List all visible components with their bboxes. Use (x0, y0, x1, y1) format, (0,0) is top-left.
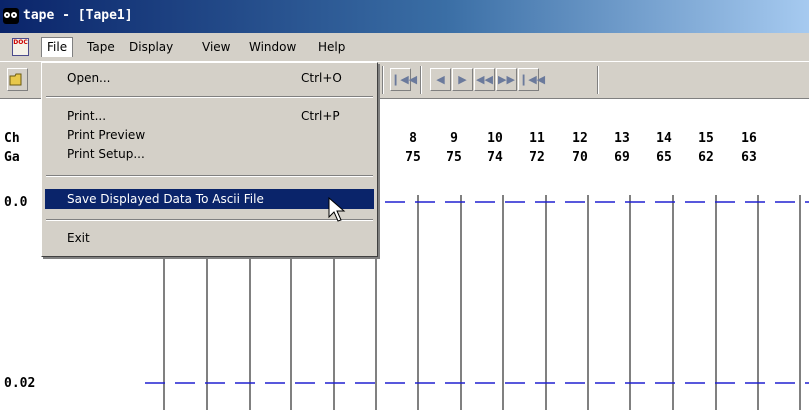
channel-gain: 74 (487, 150, 503, 165)
menu-open[interactable]: Open... Ctrl+O (45, 68, 374, 88)
mouse-cursor-icon (328, 197, 346, 222)
channel-row-label: Ch (4, 131, 20, 146)
channel-gain: 72 (529, 150, 545, 165)
toolbar-separator (420, 66, 422, 94)
toolbar-separator (382, 66, 384, 94)
channel-number: 13 (614, 131, 630, 146)
channel-gain: 75 (405, 150, 421, 165)
channel-number: 10 (487, 131, 503, 146)
last-icon[interactable]: ❙◀◀ (518, 68, 545, 91)
rewind-icon[interactable]: ◀◀ (474, 68, 495, 91)
menu-print-setup[interactable]: Print Setup... (45, 144, 374, 164)
menu-help[interactable]: Help (313, 38, 350, 57)
file-menu-dropdown: Open... Ctrl+O Print... Ctrl+P Print Previ… (41, 62, 378, 257)
channel-gain: 62 (698, 150, 714, 165)
channel-gain: 75 (446, 150, 462, 165)
menu-display[interactable]: Display (124, 38, 178, 57)
prev-icon[interactable]: ◀ (430, 68, 451, 91)
menu-exit[interactable]: Exit (45, 228, 374, 248)
tape-app-icon (3, 8, 19, 24)
gain-row-label: Ga (4, 150, 20, 165)
channel-gain: 63 (741, 150, 757, 165)
channel-gain: 69 (614, 150, 630, 165)
menu-tape[interactable]: Tape (82, 38, 120, 57)
menu-save-ascii[interactable]: Save Displayed Data To Ascii File (45, 189, 374, 209)
y-label-bottom: 0.02 (4, 376, 36, 391)
channel-number: 8 (409, 131, 417, 146)
menu-print[interactable]: Print... Ctrl+P (45, 106, 374, 126)
first-icon[interactable]: ❙◀◀ (390, 68, 417, 91)
channel-number: 14 (656, 131, 672, 146)
open-folder-icon[interactable] (7, 68, 28, 91)
channel-number: 9 (450, 131, 458, 146)
channel-gain: 65 (656, 150, 672, 165)
menu-separator (46, 175, 373, 177)
window-title: tape - [Tape1] (23, 8, 133, 23)
fast-forward-icon[interactable]: ▶▶ (496, 68, 517, 91)
channel-number: 15 (698, 131, 714, 146)
menu-window[interactable]: Window (244, 38, 301, 57)
menu-separator (46, 96, 373, 98)
channel-number: 16 (741, 131, 757, 146)
menu-file[interactable]: File (41, 37, 74, 57)
next-icon[interactable]: ▶ (452, 68, 473, 91)
window-title-bar[interactable]: tape - [Tape1] (0, 0, 809, 33)
channel-number: 12 (572, 131, 588, 146)
menu-separator (46, 219, 373, 221)
menu-bar: DOC File Tape Display View Window Help (0, 33, 809, 61)
menu-view[interactable]: View (197, 38, 235, 57)
toolbar-separator (597, 66, 599, 94)
channel-number: 11 (529, 131, 545, 146)
menu-print-preview[interactable]: Print Preview (45, 125, 374, 145)
channel-gain: 70 (572, 150, 588, 165)
document-icon[interactable]: DOC (12, 38, 29, 56)
y-label-top: 0.0 (4, 195, 28, 210)
